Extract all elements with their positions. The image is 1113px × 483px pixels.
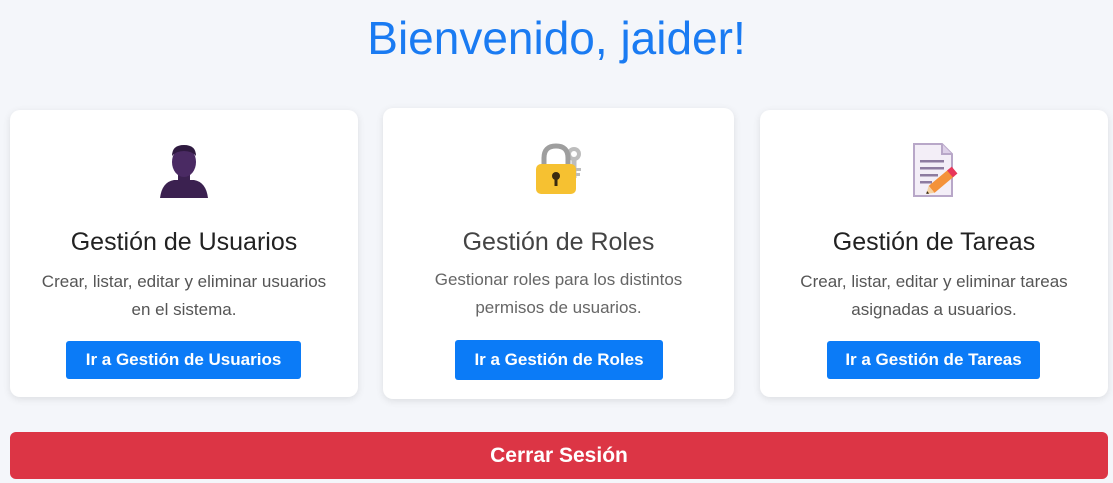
card-description: Crear, listar, editar y eliminar usuario… — [41, 272, 327, 319]
card-description: Crear, listar, editar y eliminar tareas … — [800, 272, 1068, 319]
go-users-button[interactable]: Ir a Gestión de Usuarios — [66, 341, 301, 379]
card-title: Gestión de Usuarios — [70, 228, 298, 256]
card-description: Gestionar roles para los distintos permi… — [434, 270, 683, 317]
go-roles-button[interactable]: Ir a Gestión de Roles — [455, 340, 663, 380]
card-usuarios: Gestión de Usuarios Crear, listar, edita… — [10, 110, 358, 397]
lock-key-icon — [531, 140, 587, 196]
logout-button[interactable]: Cerrar Sesión — [10, 432, 1108, 479]
user-silhouette-icon — [156, 142, 212, 198]
page-title: Bienvenido, jaider! — [367, 12, 746, 64]
go-tasks-button[interactable]: Ir a Gestión de Tareas — [827, 341, 1040, 379]
card-tareas: Gestión de Tareas Crear, listar, editar … — [760, 110, 1108, 397]
card-title: Gestión de Tareas — [832, 228, 1036, 256]
document-pencil-icon — [906, 142, 962, 198]
card-roles: Gestión de Roles Gestionar roles para lo… — [383, 108, 734, 399]
card-title: Gestión de Roles — [462, 228, 655, 256]
